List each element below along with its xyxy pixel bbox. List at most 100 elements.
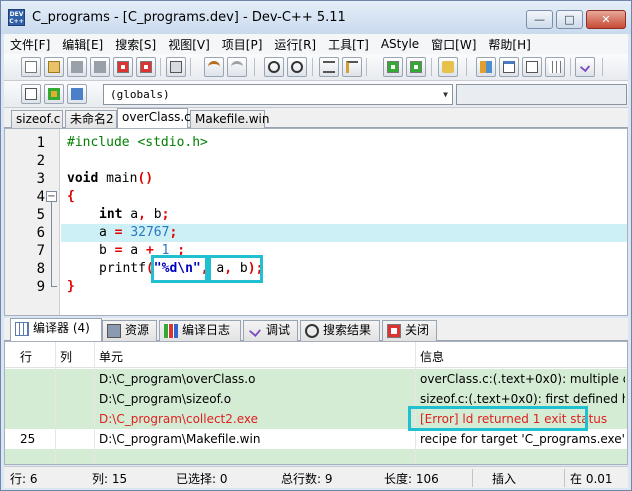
maximize-button[interactable]: □ xyxy=(556,10,583,29)
close-button[interactable]: ✕ xyxy=(586,10,626,29)
close-file-icon xyxy=(117,61,129,73)
menu-file[interactable]: 文件[F] xyxy=(4,36,56,53)
layout-grid-button[interactable] xyxy=(545,57,565,77)
status-length-label: 长度: xyxy=(384,472,413,486)
layout-tiles-button[interactable] xyxy=(476,57,496,77)
tab-search-results[interactable]: 搜索结果 xyxy=(300,320,380,341)
status-divider xyxy=(564,469,565,487)
new-file-button[interactable] xyxy=(21,57,41,77)
toggle-bookmark-button[interactable] xyxy=(67,84,87,104)
code-line-5: int a, b; xyxy=(99,206,169,224)
menu-help[interactable]: 帮助[H] xyxy=(482,36,536,53)
menu-project[interactable]: 项目[P] xyxy=(216,36,269,53)
cell-unit: D:\C_program\collect2.exe xyxy=(99,412,258,426)
line-number: 1 xyxy=(36,135,45,151)
menu-tools[interactable]: 工具[T] xyxy=(322,36,375,53)
redo-button[interactable] xyxy=(227,57,247,77)
undo-button[interactable] xyxy=(204,57,224,77)
function-combo[interactable] xyxy=(456,84,627,105)
code-line-4: { xyxy=(67,188,75,206)
keyword-int: int xyxy=(99,207,123,222)
find-icon xyxy=(268,61,280,73)
tab-compile-log[interactable]: 编译日志 xyxy=(159,320,241,341)
print-button[interactable] xyxy=(166,57,186,77)
status-selected-label: 已选择: xyxy=(176,472,217,486)
status-total-lines: 总行数: 9 xyxy=(281,470,333,487)
toolbar-separator xyxy=(160,58,161,76)
tab-makefile[interactable]: Makefile.win xyxy=(190,110,269,129)
list-item[interactable]: 25 D:\C_program\Makefile.win recipe for … xyxy=(5,429,627,449)
function-name: main xyxy=(98,171,138,186)
status-selected: 已选择: 0 xyxy=(176,470,228,487)
header-line[interactable]: 行 xyxy=(20,348,32,365)
layout-split-button[interactable] xyxy=(522,57,542,77)
tab-compiler[interactable]: 编译器 (4) xyxy=(10,318,102,342)
scope-combo[interactable]: (globals) ▼ xyxy=(103,84,453,105)
toolbar-separator xyxy=(366,58,367,76)
code-editor[interactable]: 1 2 3 4 5 6 7 8 9 − #include <stdio.h> v… xyxy=(4,128,628,316)
open-file-button[interactable] xyxy=(44,57,64,77)
var-a: a xyxy=(122,207,139,222)
tab-close[interactable]: 关闭 xyxy=(382,320,437,341)
menu-window[interactable]: 窗口[W] xyxy=(425,36,482,53)
menu-edit[interactable]: 编辑[E] xyxy=(56,36,109,53)
unindent-button[interactable] xyxy=(342,57,362,77)
close-all-button[interactable] xyxy=(136,57,156,77)
line-number: 9 xyxy=(36,279,45,295)
tab-debug[interactable]: 调试 xyxy=(243,320,298,341)
cell-line: 25 xyxy=(20,432,36,446)
find-button[interactable] xyxy=(264,57,284,77)
grid-icon xyxy=(549,61,561,73)
close-all-icon xyxy=(140,61,152,73)
var-b: b xyxy=(145,207,162,222)
devcpp-app-icon[interactable]: DEV C++ xyxy=(8,9,25,26)
save-all-button[interactable] xyxy=(90,57,110,77)
checkmark-icon xyxy=(579,61,591,73)
line-gutter: 1 2 3 4 5 6 7 8 9 − xyxy=(5,129,60,315)
remove-from-project-button[interactable] xyxy=(406,57,426,77)
goto-icon xyxy=(25,88,37,100)
menu-view[interactable]: 视图[V] xyxy=(162,36,216,53)
layout-window-button[interactable] xyxy=(499,57,519,77)
status-row-label: 行: xyxy=(10,472,27,486)
replace-icon xyxy=(291,61,303,73)
header-unit[interactable]: 单元 xyxy=(99,348,123,365)
var-a: a xyxy=(122,243,146,258)
annotation-box-args xyxy=(208,255,263,283)
close-file-button[interactable] xyxy=(113,57,133,77)
title-bar[interactable]: DEV C++ C_programs - [C_programs.dev] - … xyxy=(1,1,631,34)
header-info[interactable]: 信息 xyxy=(420,348,444,365)
menu-search[interactable]: 搜索[S] xyxy=(109,36,162,53)
number-literal: 32767 xyxy=(130,225,170,240)
column-divider xyxy=(94,342,95,464)
save-button[interactable] xyxy=(67,57,87,77)
list-item[interactable]: D:\C_program\overClass.o overClass.c:(.t… xyxy=(5,369,627,389)
menu-astyle[interactable]: AStyle xyxy=(375,37,425,51)
indent-icon xyxy=(323,61,335,73)
project-options-button[interactable] xyxy=(438,57,458,77)
check-syntax-button[interactable] xyxy=(575,57,595,77)
var-b: b xyxy=(99,243,115,258)
list-item[interactable] xyxy=(5,449,627,464)
menu-run[interactable]: 运行[R] xyxy=(268,36,322,53)
compiler-messages-list[interactable]: 行 列 单元 信息 D:\C_program\overClass.o overC… xyxy=(4,341,628,465)
tab-overclass[interactable]: overClass.c xyxy=(117,108,191,129)
new-file-icon xyxy=(25,61,37,73)
fold-collapse-icon[interactable]: − xyxy=(46,191,57,202)
tab-untitled2[interactable]: 未命名2 xyxy=(65,110,117,129)
status-col-value: 15 xyxy=(111,472,128,486)
status-col: 列: 15 xyxy=(92,470,127,487)
goto-button[interactable] xyxy=(21,84,41,104)
replace-button[interactable] xyxy=(287,57,307,77)
insert-button[interactable] xyxy=(44,84,64,104)
status-length-value: 106 xyxy=(415,472,439,486)
add-to-project-button[interactable] xyxy=(383,57,403,77)
tab-sizeof[interactable]: sizeof.c xyxy=(11,110,63,129)
header-col[interactable]: 列 xyxy=(60,348,72,365)
indent-button[interactable] xyxy=(319,57,339,77)
open-brace: { xyxy=(67,189,75,204)
tab-resources[interactable]: 资源 xyxy=(102,320,157,341)
minimize-button[interactable]: — xyxy=(526,10,553,29)
close-icon xyxy=(387,324,401,338)
column-divider xyxy=(415,342,416,464)
